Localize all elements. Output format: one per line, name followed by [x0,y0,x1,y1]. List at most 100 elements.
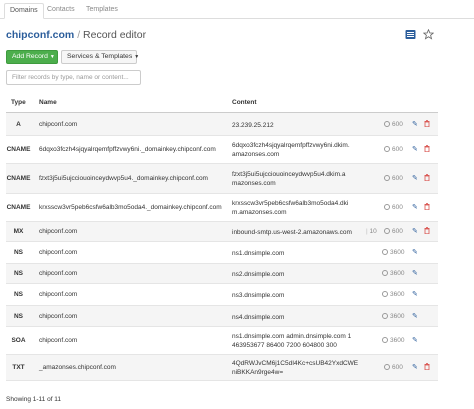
delete-trash-icon[interactable] [424,227,430,236]
table-row[interactable]: CNAME fzxt3j5ui5ujcciouoinceydwvp5u4._dom… [6,164,438,194]
record-content-line: 6dqxo3fczh4sjqyalrqemfpffzvwy6ni.dkim. [232,142,350,149]
edit-pencil-icon[interactable]: ✎ [412,269,418,277]
record-type: NS [13,312,24,320]
domain-name[interactable]: chipconf.com [6,29,74,41]
record-content-line: ns1.dnsimple.com admin.dnsimple.com 1 [232,333,352,340]
record-ttl-value: 600 [392,120,403,128]
record-content-line: 463953677 86400 7200 604800 300 [232,342,337,349]
table-row[interactable]: MX chipconf.com inbound-smtp.us-west-2.ama… [6,222,438,242]
record-ttl-value: 600 [392,204,403,211]
page-subtitle: Record editor [83,29,147,41]
tab-domains[interactable]: Domains [4,3,44,19]
tab-contacts[interactable]: Contacts [42,3,80,19]
record-priority: | 10 [366,228,377,235]
table-row[interactable]: NS chipconf.com ns1.dnsimple.com 3600 ✎ [6,242,438,264]
delete-trash-icon[interactable] [424,363,430,372]
table-row[interactable]: NS chipconf.com ns3.dnsimple.com 3600 ✎ [6,284,438,306]
clock-icon [384,364,390,370]
record-type: CNAME [6,175,31,182]
record-content-line: mazonses.com [232,180,276,187]
record-type: A [16,120,21,128]
record-name: chipconf.com [39,312,78,320]
record-content-line: 23.239.25.212 [232,121,274,129]
clock-icon [384,228,390,234]
edit-pencil-icon[interactable]: ✎ [412,336,418,344]
record-ttl-value: 600 [392,146,403,153]
pagination-summary: Showing 1-11 of 11 [6,396,62,403]
record-content: ns3.dnsimple.com [232,291,284,300]
record-content: 23.239.25.212 [232,121,274,130]
record-ttl: 600 [384,120,403,128]
record-ttl: 600 [384,364,403,371]
record-content: ns1.dnsimple.com [232,249,284,258]
chevron-down-icon: ▼ [134,54,140,60]
edit-pencil-icon[interactable]: ✎ [412,363,418,371]
record-ttl-value: 600 [392,228,403,235]
record-ttl: 3600 [382,291,404,298]
table-header: Type Name Content [6,92,438,113]
record-type: MX [13,228,24,235]
record-ttl-value: 3600 [390,249,405,256]
delete-trash-icon[interactable] [424,203,430,212]
clock-icon [384,120,390,127]
edit-pencil-icon[interactable]: ✎ [412,145,418,153]
record-ttl: 3600 [382,270,404,277]
table-row[interactable]: CNAME krxsscw3vr5peb6csfw6alb3mo5oda4._do… [6,194,438,222]
record-content-line: niBKKAn9rge4w= [232,369,284,376]
record-type: SOA [11,337,26,344]
record-content-line: ns4.dnsimple.com [232,313,285,321]
filter-records-input[interactable] [6,70,141,85]
clock-icon [384,146,390,152]
delete-trash-icon[interactable] [424,174,430,183]
record-content-line: m.amazonses.com [232,209,287,216]
table-row[interactable]: CNAME 6dqxo3fczh4sjqyalrqemfpffzvwy6ni._d… [6,136,438,164]
edit-pencil-icon[interactable]: ✎ [412,248,418,256]
edit-pencil-icon[interactable]: ✎ [412,174,418,182]
table-row[interactable]: Achipconf.com 23.239.25.212 600 ✎ [6,113,438,136]
edit-pencil-icon[interactable]: ✎ [412,227,418,235]
star-icon[interactable] [423,29,434,40]
record-name: chipconf.com [39,249,78,256]
add-record-button[interactable]: Add Record ▼ [6,50,58,64]
edit-pencil-icon[interactable]: ✎ [412,120,418,128]
record-name: fzxt3j5ui5ujcciouoinceydwvp5u4._domainke… [39,175,208,182]
table-row[interactable]: NS chipconf.com ns2.dnsimple.com 3600 ✎ [6,264,438,284]
tab-bar: Domains Contacts Templates [0,0,474,19]
record-rows: Achipconf.com 23.239.25.212 600 ✎ CNAME 6dqxo… [6,113,438,381]
record-type: NS [13,249,24,256]
record-ttl-value: 600 [392,364,403,371]
record-content: ns1.dnsimple.com admin.dnsimple.com 1 463… [232,332,351,350]
tab-templates[interactable]: Templates [81,3,123,19]
delete-trash-icon[interactable] [424,119,430,129]
record-type: TXT [12,364,25,371]
record-name: _amazonses.chipconf.com [39,364,116,371]
edit-pencil-icon[interactable]: ✎ [412,203,418,211]
chevron-down-icon: ▼ [49,54,55,60]
record-name: chipconf.com [39,337,78,344]
record-name: chipconf.com [39,120,78,128]
record-content-line: fzxt3j5ui5ujcciouoinceydwvp5u4.dkim.a [232,171,346,178]
edit-pencil-icon[interactable]: ✎ [412,290,418,298]
record-content-line: ns3.dnsimple.com [232,292,285,299]
edit-pencil-icon[interactable]: ✎ [412,312,418,320]
clock-icon [384,204,390,210]
delete-trash-icon[interactable] [424,145,430,154]
record-type: CNAME [6,204,31,211]
column-type[interactable]: Type [11,99,26,106]
record-ttl-value: 3600 [390,270,405,277]
record-content-line: ns1.dnsimple.com [232,250,285,257]
record-ttl: 600 [384,146,403,153]
record-ttl: 600 [384,204,403,211]
column-name[interactable]: Name [39,99,57,106]
clock-icon [382,249,388,255]
services-templates-button[interactable]: Services & Templates ▼ [61,50,140,64]
column-content[interactable]: Content [232,99,257,106]
clock-icon [382,312,388,319]
table-row[interactable]: NS chipconf.com ns4.dnsimple.com 3600 ✎ [6,306,438,327]
table-row[interactable]: TXT _amazonses.chipconf.com 4QdRWJvCM6j1C5… [6,355,438,381]
record-type: CNAME [6,146,31,153]
services-templates-label: Services & Templates [67,53,133,60]
record-name: krxsscw3vr5peb6csfw6alb3mo5oda4._domaink… [39,204,222,211]
table-row[interactable]: SOA chipconf.com ns1.dnsimple.com admin.dn… [6,327,438,355]
list-icon[interactable] [405,29,416,40]
